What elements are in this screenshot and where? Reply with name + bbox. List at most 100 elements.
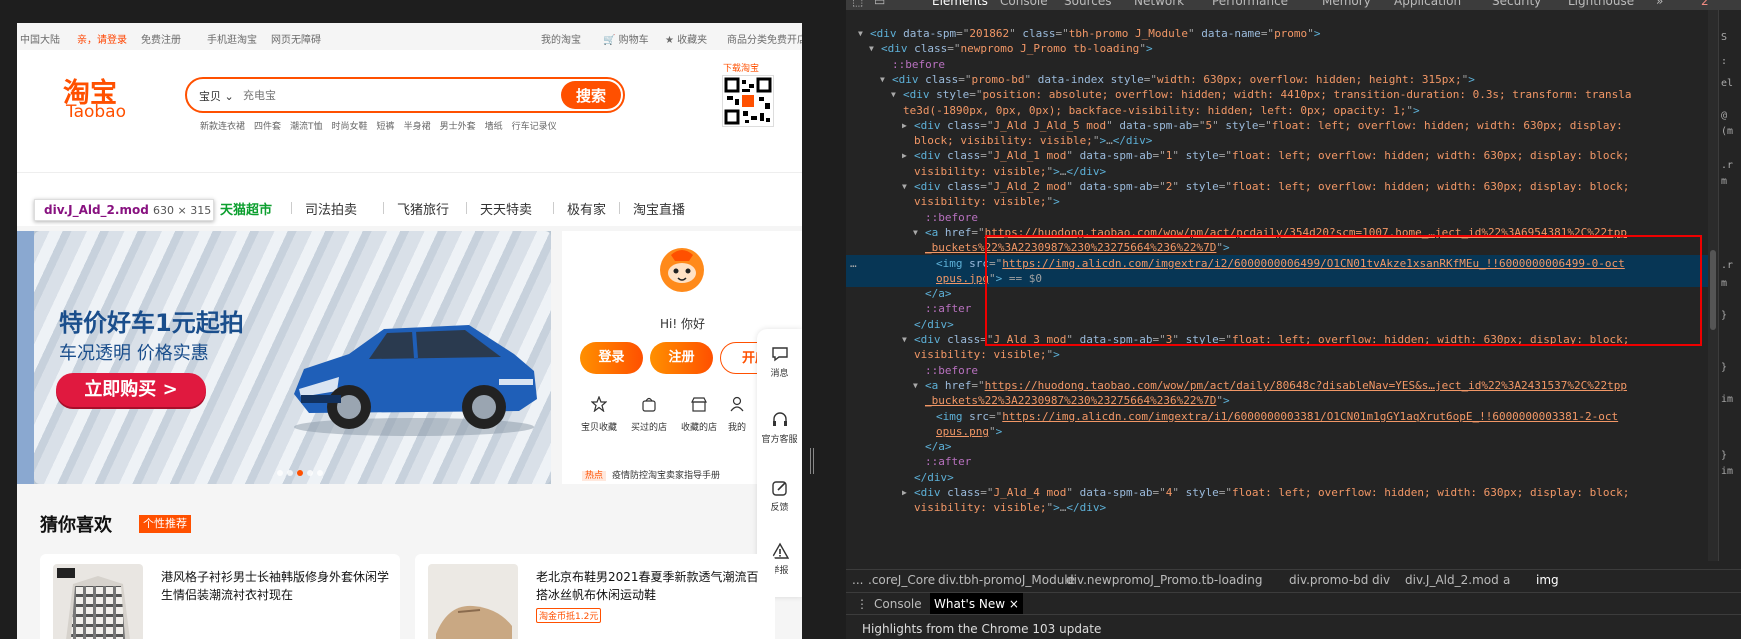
hot-word[interactable]: 半身裙 xyxy=(404,122,431,132)
expand-arrow-icon[interactable]: ▼ xyxy=(869,40,874,57)
nav-item-tmall-supermarket[interactable]: 天猫超市 xyxy=(220,199,272,218)
float-item-messages[interactable]: 消息 xyxy=(757,345,802,379)
hot-word[interactable]: 四件套 xyxy=(254,122,281,132)
tab-application[interactable]: Application xyxy=(1394,0,1461,8)
breadcrumb-item[interactable]: div.J_Ald_2.mod xyxy=(1405,573,1499,587)
float-item-feedback[interactable]: 反馈 xyxy=(757,479,802,513)
drawer-menu-icon[interactable]: ⋮ xyxy=(856,597,868,611)
my-taobao-link[interactable]: 我的淘宝 xyxy=(541,31,581,46)
nav-item-taobao-live[interactable]: 淘宝直播 xyxy=(618,199,685,218)
expand-arrow-icon[interactable]: ▼ xyxy=(858,25,863,42)
region-selector[interactable]: 中国大陆 xyxy=(20,31,60,46)
hot-tip[interactable]: 热点 疫情防控淘宝卖家指导手册 xyxy=(582,468,720,481)
styles-pane-fragment: im xyxy=(1721,466,1734,477)
quick-link-bought-shops[interactable]: 买过的店 xyxy=(624,396,674,433)
search-button[interactable]: 搜索 xyxy=(561,81,621,109)
mobile-link[interactable]: 手机逛淘宝 xyxy=(207,31,257,46)
dom-tree-scrollbar[interactable] xyxy=(1708,10,1718,561)
open-shop-link[interactable]: 免费开店 xyxy=(767,31,802,46)
nav-item-daily-sale[interactable]: 天天特卖 xyxy=(465,199,532,218)
nav-item-judicial-auction[interactable]: 司法拍卖 xyxy=(290,199,357,218)
register-button[interactable]: 注册 xyxy=(650,342,713,374)
device-toolbar-icon[interactable]: ▭ xyxy=(874,0,885,8)
hot-word[interactable]: 短裤 xyxy=(377,122,395,132)
carousel-dot[interactable] xyxy=(317,470,323,476)
tab-network[interactable]: Network xyxy=(1134,0,1184,8)
hot-word[interactable]: 时尚女鞋 xyxy=(332,122,368,132)
breadcrumb-item[interactable]: div xyxy=(1372,573,1390,587)
accessibility-link[interactable]: 网页无障碍 xyxy=(271,31,321,46)
drawer-tab-whats-new[interactable]: What's New × xyxy=(930,593,1023,615)
shop-icon xyxy=(691,397,707,412)
tab-security[interactable]: Security xyxy=(1492,0,1541,8)
tab-lighthouse[interactable]: Lighthouse xyxy=(1568,0,1634,8)
promo-buy-button[interactable]: 立即购买 > xyxy=(56,373,206,407)
login-link[interactable]: 亲，请登录 xyxy=(77,31,127,46)
star-outline-icon xyxy=(591,396,607,412)
expand-arrow-icon[interactable]: ▶ xyxy=(902,117,907,134)
promo-title: 特价好车1元起拍 xyxy=(59,309,244,337)
breadcrumb-item[interactable]: div.promo-bd xyxy=(1289,573,1368,587)
breadcrumb-item[interactable]: div.newpromoJ_Promo.tb-loading xyxy=(1066,573,1262,587)
quick-link-fav-shops[interactable]: 收藏的店 xyxy=(674,396,724,433)
breadcrumb-item[interactable]: div.tbh-promoJ_Module xyxy=(938,573,1075,587)
goods-card[interactable]: 老北京布鞋男2021春夏季新款透气潮流百搭冰丝帆布休闲运动鞋 淘金币抵1.2元 xyxy=(415,554,775,639)
devtools-resize-handle[interactable] xyxy=(810,448,814,474)
expand-arrow-icon[interactable]: ▼ xyxy=(880,71,885,88)
scrollbar-thumb[interactable] xyxy=(1710,250,1716,330)
inspect-element-icon[interactable]: ⬚ xyxy=(852,0,863,8)
tab-console[interactable]: Console xyxy=(1000,0,1048,8)
cart-link[interactable]: 🛒 购物车 xyxy=(603,31,649,46)
styles-pane-fragment: S xyxy=(1721,32,1728,43)
tab-elements[interactable]: Elements xyxy=(932,0,988,8)
quick-link-fav-items[interactable]: 宝贝收藏 xyxy=(574,396,624,433)
carousel-indicators xyxy=(277,461,327,480)
screenshot-root: 中国大陆 亲，请登录 免费注册 手机逛淘宝 网页无障碍 我的淘宝 🛒 购物车 ★… xyxy=(0,0,1741,639)
dom-tree-text: opus.jpg"> == $0 xyxy=(936,271,1042,285)
categories-link[interactable]: 商品分类 xyxy=(727,31,767,46)
tab-sources[interactable]: Sources xyxy=(1064,0,1111,8)
carousel-dot[interactable] xyxy=(277,470,283,476)
inspect-size: 630 × 315 xyxy=(153,204,212,217)
carousel-dot[interactable] xyxy=(307,470,313,476)
expand-arrow-icon[interactable]: ▼ xyxy=(891,86,896,103)
promo-banner[interactable]: 特价好车1元起拍 车况透明 价格实惠 立即购买 > xyxy=(34,231,551,484)
expand-arrow-icon[interactable]: ▼ xyxy=(913,377,918,394)
hot-word[interactable]: 行车记录仪 xyxy=(512,122,557,132)
more-tabs-icon[interactable]: » xyxy=(1656,0,1663,8)
breadcrumb-item[interactable]: a xyxy=(1503,573,1510,587)
dom-tree-line[interactable]: opus.jpg"> == $0 xyxy=(846,269,1716,287)
taobao-page: 中国大陆 亲，请登录 免费注册 手机逛淘宝 网页无障碍 我的淘宝 🛒 购物车 ★… xyxy=(17,23,802,639)
nav-item-jiyoujia[interactable]: 极有家 xyxy=(552,199,606,218)
expand-arrow-icon[interactable]: ▼ xyxy=(913,224,918,241)
nav-item-fliggy[interactable]: 飞猪旅行 xyxy=(382,199,449,218)
error-count-badge[interactable]: 2 xyxy=(1701,0,1709,8)
expand-arrow-icon[interactable]: ▼ xyxy=(902,178,907,195)
goods-card[interactable]: 港风格子衬衫男士长袖韩版修身外套休闲学生情侣装潮流衬衣衬现在 xyxy=(40,554,400,639)
search-input[interactable] xyxy=(243,85,533,105)
favorites-link[interactable]: ★ 收藏夹 xyxy=(665,31,707,46)
styles-pane-fragment: .r xyxy=(1721,160,1734,171)
login-button[interactable]: 登录 xyxy=(580,342,643,374)
search-scope-select[interactable]: 宝贝 ⌄ xyxy=(199,88,234,104)
expand-arrow-icon[interactable]: ▶ xyxy=(902,484,907,501)
breadcrumb-item[interactable]: ... xyxy=(852,573,863,587)
styles-pane-fragment: im xyxy=(1721,394,1734,405)
expand-arrow-icon[interactable]: ▼ xyxy=(902,331,907,348)
prev-slide-peek[interactable] xyxy=(17,231,34,484)
expand-arrow-icon[interactable]: ▶ xyxy=(902,147,907,164)
hot-word[interactable]: 墙纸 xyxy=(485,122,503,132)
carousel-dot-active[interactable] xyxy=(297,470,303,476)
hot-word[interactable]: 男士外套 xyxy=(440,122,476,132)
drawer-tab-console[interactable]: Console xyxy=(874,597,922,611)
carousel-dot[interactable] xyxy=(287,470,293,476)
breadcrumb-item[interactable]: .coreJ_Core xyxy=(868,573,935,587)
float-item-support[interactable]: 官方客服 xyxy=(757,411,802,445)
quick-link-mine[interactable]: 我的 xyxy=(722,396,752,433)
tab-memory[interactable]: Memory xyxy=(1322,0,1371,8)
hot-word[interactable]: 潮流T恤 xyxy=(290,122,323,132)
hot-word[interactable]: 新款连衣裙 xyxy=(200,122,245,132)
register-link[interactable]: 免费注册 xyxy=(141,31,181,46)
breadcrumb-item[interactable]: img xyxy=(1536,573,1559,587)
tab-performance[interactable]: Performance xyxy=(1212,0,1288,8)
